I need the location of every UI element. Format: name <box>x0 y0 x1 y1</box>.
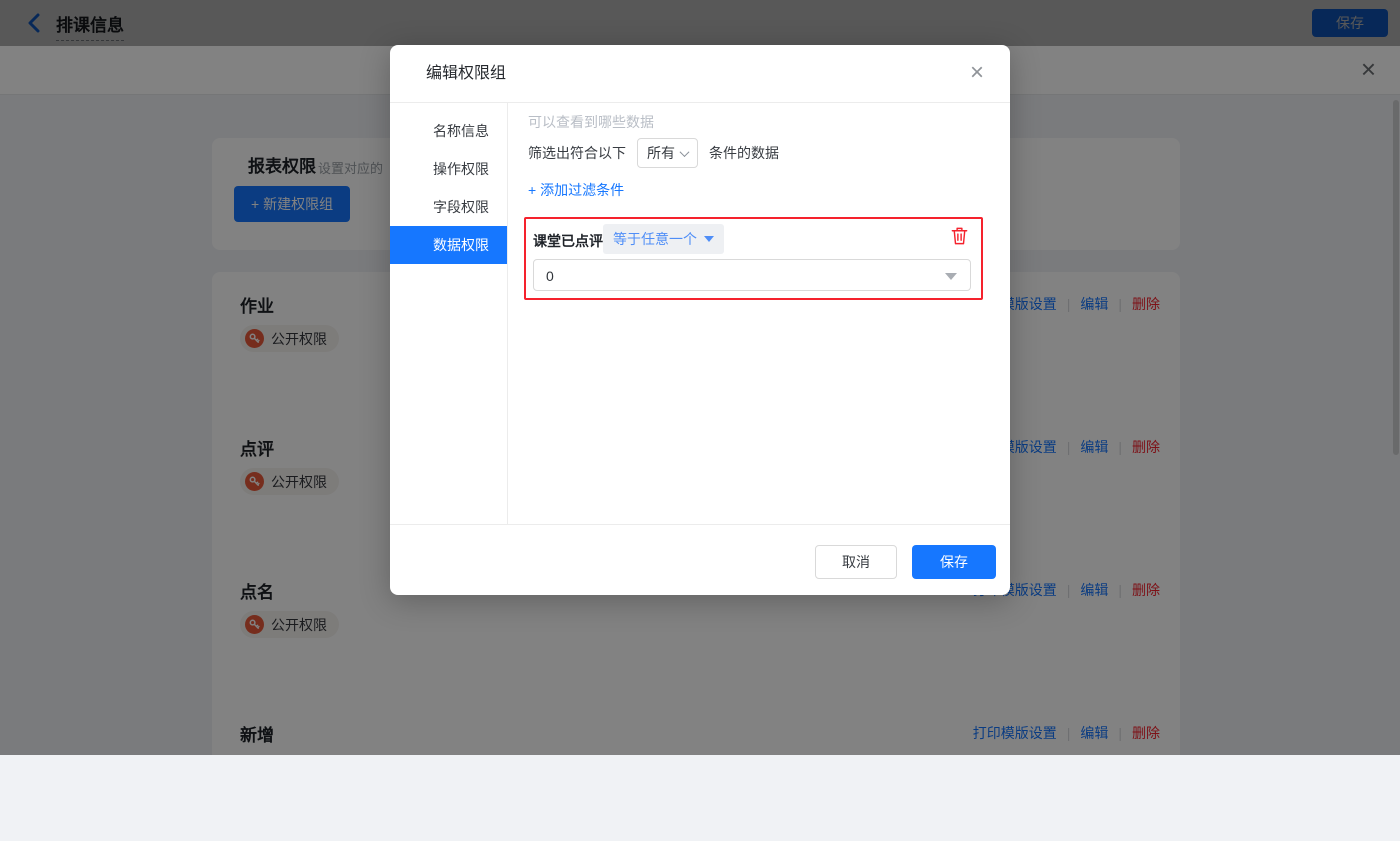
highlighted-condition-box: 课堂已点评 等于任意一个 0 <box>524 217 983 300</box>
filter-suffix-text: 条件的数据 <box>709 143 779 163</box>
modal-title: 编辑权限组 <box>426 45 506 103</box>
edit-permission-group-modal: 编辑权限组 × 名称信息 操作权限 字段权限 数据权限 可以查看到哪些数据 筛选… <box>390 45 1010 595</box>
delete-condition-icon[interactable] <box>950 226 969 246</box>
modal-sidebar: 名称信息 操作权限 字段权限 数据权限 <box>390 103 508 524</box>
save-button[interactable]: 保存 <box>912 545 996 579</box>
filter-mode-value: 所有 <box>647 143 675 163</box>
modal-footer: 取消 保存 <box>390 524 1010 595</box>
cancel-button[interactable]: 取消 <box>815 545 897 579</box>
condition-operator-select[interactable]: 等于任意一个 <box>603 224 724 254</box>
tab-field-permission[interactable]: 字段权限 <box>390 188 507 226</box>
filter-mode-select[interactable]: 所有 <box>637 138 698 168</box>
filter-row: 筛选出符合以下 所有 条件的数据 <box>528 138 779 168</box>
chevron-down-icon <box>680 147 690 157</box>
modal-close-icon[interactable]: × <box>970 61 984 85</box>
tab-data-permission[interactable]: 数据权限 <box>390 226 507 264</box>
condition-operator-value: 等于任意一个 <box>613 229 697 249</box>
condition-field-label: 课堂已点评 <box>533 228 603 254</box>
caret-down-icon <box>945 273 957 280</box>
data-permission-panel: 可以查看到哪些数据 筛选出符合以下 所有 条件的数据 + 添加过滤条件 课堂已点… <box>509 103 1010 524</box>
filter-prefix-text: 筛选出符合以下 <box>528 143 626 163</box>
condition-value: 0 <box>546 260 554 292</box>
tab-name-info[interactable]: 名称信息 <box>390 112 507 150</box>
add-filter-condition-link[interactable]: + 添加过滤条件 <box>528 180 624 200</box>
data-hint-text: 可以查看到哪些数据 <box>528 112 654 132</box>
condition-value-select[interactable]: 0 <box>533 259 971 291</box>
modal-header: 编辑权限组 × <box>390 45 1010 103</box>
tab-operation-permission[interactable]: 操作权限 <box>390 150 507 188</box>
caret-down-icon <box>704 236 714 242</box>
